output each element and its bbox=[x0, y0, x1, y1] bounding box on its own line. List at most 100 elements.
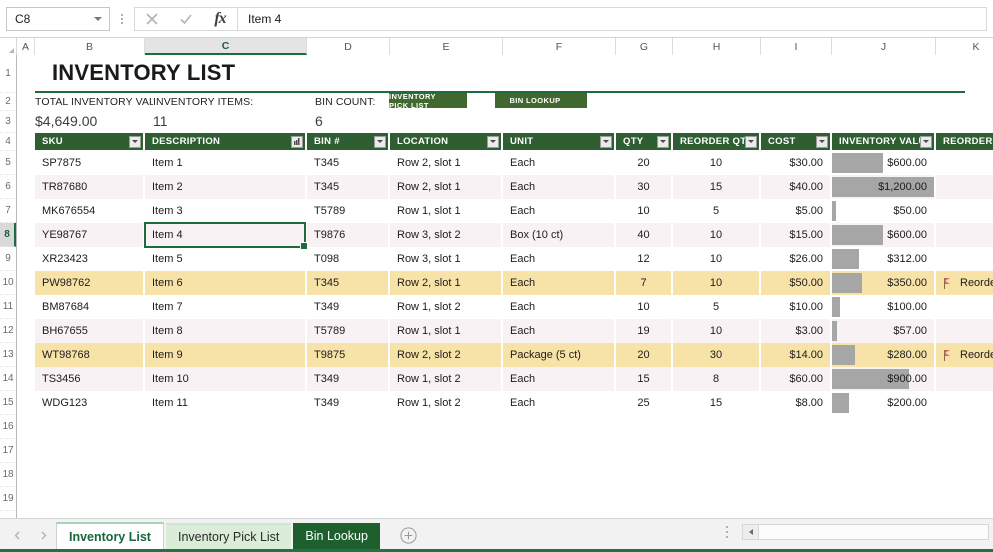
cell-inventory_value[interactable]: $350.00 bbox=[832, 271, 936, 295]
table-row[interactable]: TR87680Item 2T345Row 2, slot 1Each3015$4… bbox=[35, 175, 993, 199]
cell-bin[interactable]: T5789 bbox=[307, 319, 390, 343]
cell-bin[interactable]: T5789 bbox=[307, 199, 390, 223]
cell-reorder_qty[interactable]: 8 bbox=[673, 367, 761, 391]
cell-reorder_qty[interactable]: 15 bbox=[673, 175, 761, 199]
check-icon[interactable] bbox=[169, 8, 203, 30]
row-header-5[interactable]: 5 bbox=[0, 151, 16, 175]
sheet-tab-inventory-pick-list[interactable]: Inventory Pick List bbox=[166, 523, 291, 549]
cell-inventory_value[interactable]: $280.00 bbox=[832, 343, 936, 367]
table-row[interactable]: SP7875Item 1T345Row 2, slot 1Each2010$30… bbox=[35, 151, 993, 175]
filter-icon[interactable] bbox=[129, 136, 141, 148]
cell-location[interactable]: Row 1, slot 1 bbox=[390, 199, 503, 223]
row-header-4[interactable]: 4 bbox=[0, 133, 16, 151]
row-header-16[interactable]: 16 bbox=[0, 415, 16, 439]
cell-location[interactable]: Row 2, slot 1 bbox=[390, 151, 503, 175]
cell-unit[interactable]: Each bbox=[503, 247, 616, 271]
cell-reorder[interactable] bbox=[936, 223, 993, 247]
cell-description[interactable]: Item 6 bbox=[145, 271, 307, 295]
table-row[interactable]: YE98767Item 4T9876Row 3, slot 2Box (10 c… bbox=[35, 223, 993, 247]
cell-qty[interactable]: 30 bbox=[616, 175, 673, 199]
table-header-reorder-qty[interactable]: REORDER QTY bbox=[673, 133, 761, 150]
cell-reorder[interactable] bbox=[936, 199, 993, 223]
cell-qty[interactable]: 20 bbox=[616, 151, 673, 175]
chevron-right-icon[interactable] bbox=[30, 524, 56, 548]
cell-qty[interactable]: 10 bbox=[616, 295, 673, 319]
column-header-b[interactable]: B bbox=[35, 38, 145, 55]
table-header-inventory-value[interactable]: INVENTORY VALUE bbox=[832, 133, 936, 150]
cell-reorder[interactable] bbox=[936, 151, 993, 175]
cell-qty[interactable]: 19 bbox=[616, 319, 673, 343]
cell-unit[interactable]: Each bbox=[503, 271, 616, 295]
sheet-canvas[interactable]: INVENTORY LIST TOTAL INVENTORY VALUE:$4,… bbox=[17, 55, 993, 518]
column-header-f[interactable]: F bbox=[503, 38, 616, 55]
cell-inventory_value[interactable]: $312.00 bbox=[832, 247, 936, 271]
filter-icon[interactable] bbox=[920, 136, 932, 148]
cell-sku[interactable]: BH67655 bbox=[35, 319, 145, 343]
row-header-1[interactable]: 1 bbox=[0, 55, 16, 93]
cell-sku[interactable]: WT98768 bbox=[35, 343, 145, 367]
scroll-left-icon[interactable] bbox=[743, 525, 759, 539]
row-header-10[interactable]: 10 bbox=[0, 271, 16, 295]
cell-reorder[interactable] bbox=[936, 175, 993, 199]
row-header-18[interactable]: 18 bbox=[0, 463, 16, 487]
cell-unit[interactable]: Each bbox=[503, 151, 616, 175]
cell-location[interactable]: Row 2, slot 2 bbox=[390, 343, 503, 367]
cell-qty[interactable]: 25 bbox=[616, 391, 673, 415]
row-header-19[interactable]: 19 bbox=[0, 487, 16, 511]
table-header-sku[interactable]: SKU bbox=[35, 133, 145, 150]
cell-reorder_qty[interactable]: 10 bbox=[673, 271, 761, 295]
cell-description[interactable]: Item 1 bbox=[145, 151, 307, 175]
cell-description[interactable]: Item 5 bbox=[145, 247, 307, 271]
cell-inventory_value[interactable]: $600.00 bbox=[832, 223, 936, 247]
cell-unit[interactable]: Each bbox=[503, 319, 616, 343]
tab-split-handle[interactable] bbox=[718, 526, 737, 539]
cell-sku[interactable]: TS3456 bbox=[35, 367, 145, 391]
cell-reorder[interactable]: Reorder bbox=[936, 343, 993, 367]
cell-sku[interactable]: YE98767 bbox=[35, 223, 145, 247]
cell-qty[interactable]: 10 bbox=[616, 199, 673, 223]
filter-icon[interactable] bbox=[816, 136, 828, 148]
cell-sku[interactable]: BM87684 bbox=[35, 295, 145, 319]
table-header-qty[interactable]: QTY bbox=[616, 133, 673, 150]
cell-description[interactable]: Item 2 bbox=[145, 175, 307, 199]
cell-inventory_value[interactable]: $50.00 bbox=[832, 199, 936, 223]
cell-unit[interactable]: Package (5 ct) bbox=[503, 343, 616, 367]
cell-reorder[interactable] bbox=[936, 295, 993, 319]
cell-inventory_value[interactable]: $600.00 bbox=[832, 151, 936, 175]
table-row[interactable]: WDG123Item 11T349Row 1, slot 2Each2515$8… bbox=[35, 391, 993, 415]
column-header-h[interactable]: H bbox=[673, 38, 761, 55]
row-header-3[interactable]: 3 bbox=[0, 111, 16, 133]
cell-location[interactable]: Row 1, slot 2 bbox=[390, 295, 503, 319]
cell-description[interactable]: Item 9 bbox=[145, 343, 307, 367]
cell-cost[interactable]: $14.00 bbox=[761, 343, 832, 367]
row-header-7[interactable]: 7 bbox=[0, 199, 16, 223]
filter-icon[interactable] bbox=[600, 136, 612, 148]
cell-qty[interactable]: 7 bbox=[616, 271, 673, 295]
row-header-12[interactable]: 12 bbox=[0, 319, 16, 343]
formula-bar-options-icon[interactable] bbox=[115, 14, 129, 24]
cell-bin[interactable]: T349 bbox=[307, 391, 390, 415]
cell-inventory_value[interactable]: $900.00 bbox=[832, 367, 936, 391]
cell-description[interactable]: Item 10 bbox=[145, 367, 307, 391]
cell-cost[interactable]: $50.00 bbox=[761, 271, 832, 295]
cell-reorder_qty[interactable]: 10 bbox=[673, 319, 761, 343]
cell-location[interactable]: Row 1, slot 1 bbox=[390, 319, 503, 343]
table-row[interactable]: TS3456Item 10T349Row 1, slot 2Each158$60… bbox=[35, 367, 993, 391]
row-header-14[interactable]: 14 bbox=[0, 367, 16, 391]
nav-button-inventory-pick-list[interactable]: INVENTORY PICK LIST bbox=[389, 93, 467, 108]
table-header-cost[interactable]: COST bbox=[761, 133, 832, 150]
row-header-2[interactable]: 2 bbox=[0, 93, 16, 111]
row-header-6[interactable]: 6 bbox=[0, 175, 16, 199]
cell-description[interactable]: Item 4 bbox=[145, 223, 307, 247]
table-header-location[interactable]: LOCATION bbox=[390, 133, 503, 150]
formula-input[interactable]: Item 4 bbox=[237, 7, 987, 31]
nav-button-bin-lookup[interactable]: BIN LOOKUP bbox=[495, 93, 587, 108]
cell-inventory_value[interactable]: $100.00 bbox=[832, 295, 936, 319]
cell-inventory_value[interactable]: $57.00 bbox=[832, 319, 936, 343]
cell-description[interactable]: Item 7 bbox=[145, 295, 307, 319]
row-header-9[interactable]: 9 bbox=[0, 247, 16, 271]
cell-unit[interactable]: Box (10 ct) bbox=[503, 223, 616, 247]
cell-reorder[interactable] bbox=[936, 247, 993, 271]
column-header-a[interactable]: A bbox=[17, 38, 35, 55]
column-header-e[interactable]: E bbox=[390, 38, 503, 55]
